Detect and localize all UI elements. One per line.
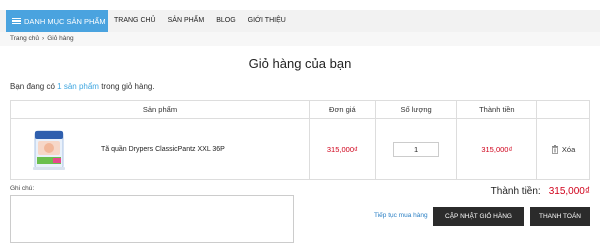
remove-cell: Xóa [537, 119, 589, 179]
remove-label: Xóa [561, 144, 576, 154]
product-name[interactable]: Tã quần Drypers ClassicPantz XXL 36P [101, 146, 225, 153]
order-total: Thành tiền: 315,000₫ [491, 186, 590, 197]
quantity-cell [376, 119, 458, 179]
main-menu: Trang chủ Sản phẩm Blog Giới thiệu [108, 10, 292, 32]
cart-table: Sản phẩm Đơn giá Số lượng Thành tiền Tã … [10, 100, 590, 180]
breadcrumb-bar [0, 32, 600, 46]
summary-prefix: Bạn đang có [10, 82, 58, 91]
line-total: 315,000₫ [481, 144, 513, 154]
menu-item-home[interactable]: Trang chủ [108, 10, 162, 32]
total-label: Thành tiền: [490, 186, 541, 197]
cart-summary: Bạn đang có 1 sản phẩm trong giỏ hàng. [10, 82, 155, 91]
category-menu-button[interactable]: Danh mục sản phẩm [6, 10, 108, 32]
breadcrumb-separator: › [42, 35, 45, 42]
top-nav: Danh mục sản phẩm Trang chủ Sản phẩm Blo… [0, 10, 600, 32]
menu-item-about[interactable]: Giới thiệu [242, 10, 292, 32]
breadcrumb: Trang chủ › Giỏ hàng [10, 35, 74, 42]
trash-icon [551, 144, 558, 154]
menu-item-blog[interactable]: Blog [210, 10, 241, 32]
header-unit-price: Đơn giá [310, 101, 376, 118]
header-product: Sản phẩm [11, 101, 310, 118]
quantity-input[interactable] [393, 141, 440, 157]
summary-suffix: trong giỏ hàng. [98, 82, 155, 91]
continue-shopping-link[interactable]: Tiếp tục mua hàng [374, 212, 428, 219]
unit-price-cell: 315,000₫ [310, 119, 376, 179]
unit-price: 315,000₫ [326, 144, 358, 154]
remove-button[interactable]: Xóa [551, 144, 576, 154]
line-total-cell: 315,000₫ [457, 119, 538, 179]
menu-item-products[interactable]: Sản phẩm [162, 10, 211, 32]
update-cart-button[interactable]: Cập nhật giỏ hàng [433, 207, 524, 226]
notes-textarea[interactable] [10, 195, 294, 243]
table-row: Tã quần Drypers ClassicPantz XXL 36P 315… [11, 119, 589, 179]
diaper-pack-image[interactable] [27, 125, 73, 173]
breadcrumb-home[interactable]: Trang chủ [10, 35, 39, 42]
hamburger-icon [12, 17, 21, 25]
page-title: Giỏ hàng của bạn [248, 56, 352, 71]
header-quantity: Số lượng [376, 101, 458, 118]
product-cell: Tã quần Drypers ClassicPantz XXL 36P [11, 119, 310, 179]
notes-label: Ghi chú: [10, 185, 35, 192]
total-value: 315,000₫ [548, 186, 590, 197]
breadcrumb-current: Giỏ hàng [47, 35, 74, 42]
header-remove [537, 101, 589, 118]
summary-count: 1 sản phẩm [57, 82, 99, 91]
table-header: Sản phẩm Đơn giá Số lượng Thành tiền [11, 101, 589, 119]
header-line-total: Thành tiền [457, 101, 538, 118]
checkout-button[interactable]: Thanh toán [530, 207, 590, 226]
category-menu-label: Danh mục sản phẩm [24, 16, 106, 26]
